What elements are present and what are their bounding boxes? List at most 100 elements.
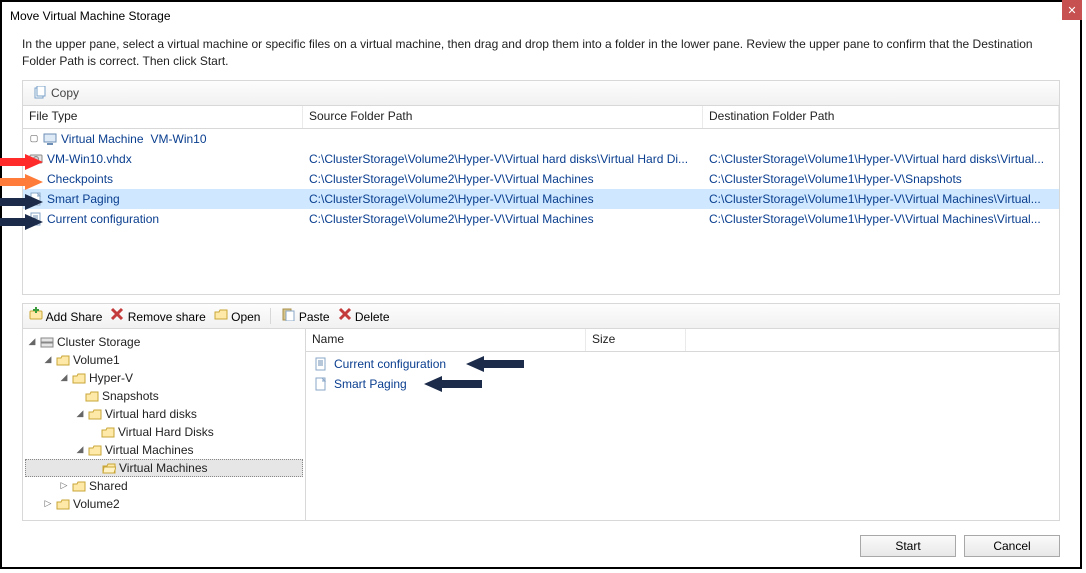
add-share-label: Add Share <box>46 310 103 324</box>
checkpoints-label: Checkpoints <box>47 172 113 186</box>
expand-icon[interactable]: ◢ <box>27 336 37 347</box>
dialog-footer: Start Cancel <box>860 535 1060 557</box>
upper-grid-header: File Type Source Folder Path Destination… <box>23 106 1059 129</box>
tree-vhd-child[interactable]: Virtual Hard Disks <box>25 423 303 441</box>
list-config-label: Current configuration <box>334 357 446 371</box>
tree-vm-child[interactable]: Virtual Machines <box>25 459 303 477</box>
tree-volume2[interactable]: ▷ Volume2 <box>25 495 303 513</box>
folder-icon <box>56 353 70 367</box>
vhdx-src: C:\ClusterStorage\Volume2\Hyper-V\Virtua… <box>303 152 703 166</box>
vhdx-label: VM-Win10.vhdx <box>47 152 132 166</box>
tree-volume1[interactable]: ◢ Volume1 <box>25 351 303 369</box>
vm-label-name: VM-Win10 <box>151 132 207 146</box>
dialog-window: Move Virtual Machine Storage ✕ In the up… <box>0 0 1082 569</box>
open-folder-icon <box>214 307 228 321</box>
col-source[interactable]: Source Folder Path <box>303 106 703 128</box>
checkpoints-dst: C:\ClusterStorage\Volume1\Hyper-V\Snapsh… <box>703 172 1059 186</box>
page-icon <box>29 192 43 206</box>
tree-shared[interactable]: ▷ Shared <box>25 477 303 495</box>
cluster-icon <box>40 335 54 349</box>
upper-toolbar: Copy <box>22 80 1060 106</box>
folder-icon <box>88 407 102 421</box>
folder-icon <box>101 425 115 439</box>
folder-icon <box>72 371 86 385</box>
expand-icon[interactable]: ◢ <box>43 354 53 365</box>
remove-share-label: Remove share <box>128 310 206 324</box>
add-share-button[interactable]: Add Share <box>29 307 102 324</box>
col-name[interactable]: Name <box>306 329 586 351</box>
folder-open-icon <box>102 461 116 475</box>
tree-vhd-child-label: Virtual Hard Disks <box>118 425 214 439</box>
collapse-icon[interactable]: ▢ <box>29 134 39 144</box>
open-button[interactable]: Open <box>214 307 261 324</box>
list-body: Current configuration Smart Paging <box>306 352 1059 394</box>
currentconfig-dst: C:\ClusterStorage\Volume1\Hyper-V\Virtua… <box>703 212 1059 226</box>
tree-root[interactable]: ◢ Cluster Storage <box>25 333 303 351</box>
titlebar: Move Virtual Machine Storage ✕ <box>2 2 1080 30</box>
checkpoints-src: C:\ClusterStorage\Volume2\Hyper-V\Virtua… <box>303 172 703 186</box>
row-vm[interactable]: ▢ Virtual Machine VM-Win10 <box>23 129 1059 149</box>
paste-button[interactable]: Paste <box>281 307 329 324</box>
remove-share-button[interactable]: Remove share <box>110 307 205 324</box>
toolbar-separator <box>270 308 271 324</box>
currentconfig-label: Current configuration <box>47 212 159 226</box>
tree-vm-child-label: Virtual Machines <box>119 461 208 475</box>
tree-snapshots-label: Snapshots <box>102 389 159 403</box>
tree-vm[interactable]: ◢ Virtual Machines <box>25 441 303 459</box>
list-item-smart-paging[interactable]: Smart Paging <box>306 374 1059 394</box>
folder-icon <box>72 479 86 493</box>
list-header: Name Size <box>306 329 1059 352</box>
lower-panes: ◢ Cluster Storage ◢ Volume1 ◢ Hyper-V Sn… <box>22 329 1060 521</box>
vm-icon <box>43 132 57 146</box>
copy-icon <box>33 86 47 100</box>
tree-vm-label: Virtual Machines <box>105 443 194 457</box>
page-icon <box>314 377 328 391</box>
tree-snapshots[interactable]: Snapshots <box>25 387 303 405</box>
tree-vhd[interactable]: ◢ Virtual hard disks <box>25 405 303 423</box>
tree-hyperv[interactable]: ◢ Hyper-V <box>25 369 303 387</box>
tree-volume1-label: Volume1 <box>73 353 120 367</box>
row-checkpoints[interactable]: Checkpoints C:\ClusterStorage\Volume2\Hy… <box>23 169 1059 189</box>
close-button[interactable]: ✕ <box>1062 0 1082 20</box>
row-vhdx[interactable]: VM-Win10.vhdx C:\ClusterStorage\Volume2\… <box>23 149 1059 169</box>
upper-grid-body: ▢ Virtual Machine VM-Win10 VM-Win10.vhdx <box>23 129 1059 229</box>
copy-button[interactable]: Copy <box>29 86 83 100</box>
expand-icon[interactable]: ◢ <box>75 444 85 455</box>
collapse-icon[interactable]: ▷ <box>59 480 69 491</box>
config-icon <box>29 212 43 226</box>
cancel-button[interactable]: Cancel <box>964 535 1060 557</box>
tree-hyperv-label: Hyper-V <box>89 371 133 385</box>
paste-icon <box>281 307 295 321</box>
row-smart-paging[interactable]: Smart Paging C:\ClusterStorage\Volume2\H… <box>23 189 1059 209</box>
currentconfig-src: C:\ClusterStorage\Volume2\Hyper-V\Virtua… <box>303 212 703 226</box>
list-paging-label: Smart Paging <box>334 377 407 391</box>
vhdx-dst: C:\ClusterStorage\Volume1\Hyper-V\Virtua… <box>703 152 1059 166</box>
expand-icon[interactable]: ◢ <box>75 408 85 419</box>
copy-label: Copy <box>51 86 79 100</box>
col-filetype[interactable]: File Type <box>23 106 303 128</box>
tree-root-label: Cluster Storage <box>57 335 140 349</box>
vm-label-prefix: Virtual Machine <box>61 132 144 146</box>
list-item-current-config[interactable]: Current configuration <box>306 354 1059 374</box>
open-label: Open <box>231 310 260 324</box>
col-size[interactable]: Size <box>586 329 686 351</box>
tree-volume2-label: Volume2 <box>73 497 120 511</box>
instructions-text: In the upper pane, select a virtual mach… <box>2 30 1080 80</box>
tree-shared-label: Shared <box>89 479 128 493</box>
row-current-config[interactable]: Current configuration C:\ClusterStorage\… <box>23 209 1059 229</box>
folder-tree[interactable]: ◢ Cluster Storage ◢ Volume1 ◢ Hyper-V Sn… <box>22 329 306 521</box>
add-share-icon <box>29 307 43 321</box>
delete-button[interactable]: Delete <box>338 307 390 324</box>
paste-label: Paste <box>299 310 330 324</box>
window-title: Move Virtual Machine Storage <box>10 9 1072 23</box>
tree-vhd-label: Virtual hard disks <box>105 407 197 421</box>
upper-pane[interactable]: File Type Source Folder Path Destination… <box>22 106 1060 295</box>
start-button[interactable]: Start <box>860 535 956 557</box>
expand-icon[interactable]: ◢ <box>59 372 69 383</box>
smartpaging-label: Smart Paging <box>47 192 120 206</box>
collapse-icon[interactable]: ▷ <box>43 498 53 509</box>
file-list-pane[interactable]: Name Size Current configuration <box>306 329 1060 521</box>
folder-icon <box>85 389 99 403</box>
col-destination[interactable]: Destination Folder Path <box>703 106 1059 128</box>
smartpaging-src: C:\ClusterStorage\Volume2\Hyper-V\Virtua… <box>303 192 703 206</box>
